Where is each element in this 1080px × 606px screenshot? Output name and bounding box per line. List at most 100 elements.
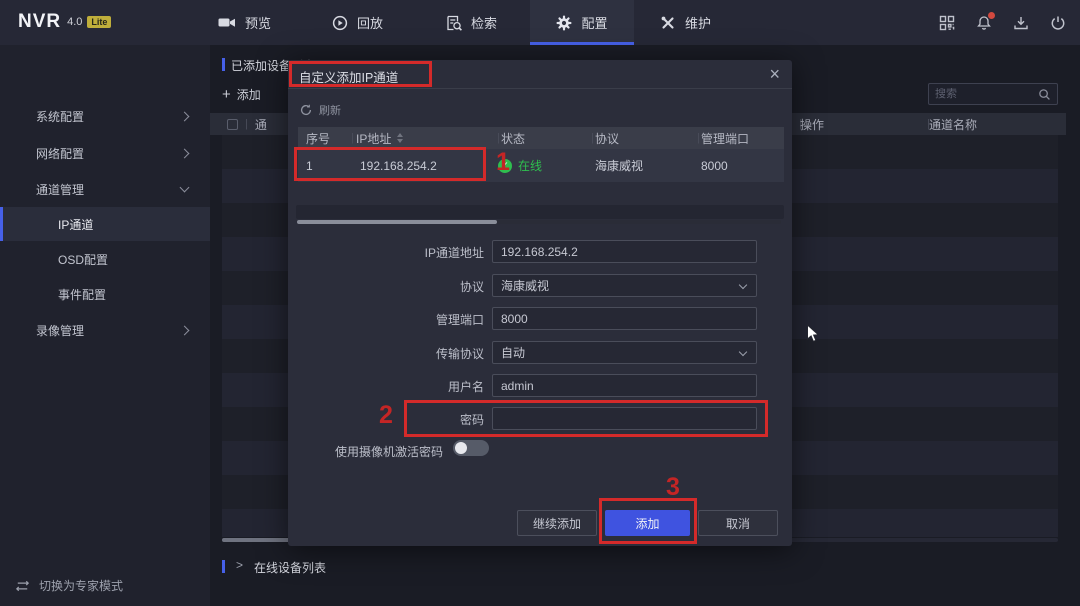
sidebar-item-record-management[interactable]: 录像管理 [0, 313, 210, 347]
custom-add-ip-channel-dialog: 自定义添加IP通道 × 刷新 序号 | IP地址 | 状态 | 协议 | 管理端… [288, 60, 792, 546]
sidebar-item-channel-management[interactable]: 通道管理 [0, 172, 210, 206]
cell-protocol: 海康威视 [595, 159, 644, 173]
search-input[interactable] [929, 88, 1038, 100]
cancel-button[interactable]: 取消 [698, 510, 778, 536]
selected-transfer-protocol-value: 自动 [501, 346, 526, 360]
sidebar-item-label: OSD配置 [58, 252, 109, 267]
nav-tab-preview[interactable]: 预览 [206, 0, 283, 45]
nav-tab-label: 维护 [685, 16, 712, 31]
sidebar-item-ip-channel[interactable]: IP通道 [0, 207, 210, 241]
add-device-button[interactable]: + 添加 [222, 86, 261, 103]
layout-grid-icon[interactable] [939, 15, 955, 31]
gear-icon [556, 15, 572, 31]
sidebar-item-event-config[interactable]: 事件配置 [0, 277, 210, 311]
chevron-down-icon [179, 182, 190, 193]
power-icon[interactable] [1050, 15, 1066, 31]
management-port-input[interactable] [492, 307, 757, 330]
cell-status: ✓ 在线 [498, 149, 542, 182]
settings-sidebar: 系统配置 网络配置 通道管理 IP通道 OSD配置 事件配置 录像管理 切换为专… [0, 45, 210, 606]
add-button[interactable]: 添加 [605, 510, 690, 536]
sidebar-item-osd-config[interactable]: OSD配置 [0, 242, 210, 276]
refresh-label: 刷新 [319, 105, 341, 117]
status-online-label: 在线 [518, 159, 543, 173]
modal-scrollbar-thumb[interactable] [297, 220, 497, 224]
column-header-operation: 操作 [800, 117, 825, 132]
dialog-title: 自定义添加IP通道 [299, 71, 399, 85]
download-icon[interactable] [1013, 15, 1029, 31]
lite-badge: Lite [87, 16, 112, 28]
form-row-transfer-protocol: 传输协议 自动 [288, 341, 792, 364]
field-label: 管理端口 [435, 313, 484, 327]
retrieve-icon [446, 15, 462, 31]
sidebar-item-label: 事件配置 [58, 287, 107, 302]
nav-tab-maintenance[interactable]: 维护 [648, 0, 723, 45]
nav-tab-config[interactable]: 配置 [530, 0, 634, 45]
form-row-ip-address: IP通道地址 [288, 240, 792, 263]
column-header-port: 管理端口 [701, 131, 750, 146]
cell-index: 1 [306, 158, 313, 173]
column-separator: | [497, 132, 500, 144]
sidebar-item-network-config[interactable]: 网络配置 [0, 136, 210, 170]
select-all-checkbox[interactable] [227, 118, 238, 130]
sidebar-item-label: 录像管理 [36, 323, 85, 338]
brand-text: NVR [18, 11, 62, 32]
refresh-button[interactable]: 刷新 [300, 102, 341, 118]
nav-tab-retrieve[interactable]: 检索 [434, 0, 509, 45]
toggle-knob [455, 442, 467, 454]
nav-tab-playback[interactable]: 回放 [320, 0, 395, 45]
form-row-username: 用户名 [288, 374, 792, 397]
chevron-right-icon [179, 325, 190, 336]
password-input[interactable] [492, 407, 757, 430]
notification-badge-dot [988, 11, 995, 19]
chevron-right-icon [179, 111, 190, 122]
online-check-icon: ✓ [498, 158, 512, 173]
sidebar-item-system-config[interactable]: 系统配置 [0, 99, 210, 133]
nav-tab-label: 回放 [357, 16, 384, 31]
column-separator: | [351, 132, 354, 144]
online-section-title: 在线设备列表 [254, 561, 327, 575]
field-label: 协议 [459, 280, 484, 294]
online-device-table-header: 序号 | IP地址 | 状态 | 协议 | 管理端口 [298, 127, 784, 149]
top-navigation-bar: NVR 4.0 Lite 预览 回放 检索 配置 维护 [0, 0, 1080, 45]
field-label: 传输协议 [435, 347, 484, 361]
form-row-activation-password: 使用摄像机激活密码 [288, 439, 792, 462]
column-header-status: 状态 [501, 131, 526, 146]
protocol-select[interactable]: 海康威视 [492, 274, 757, 297]
plus-icon: + [222, 86, 231, 103]
ip-channel-address-input[interactable] [492, 240, 757, 263]
playback-icon [332, 15, 348, 31]
nav-tab-label: 预览 [245, 16, 272, 31]
refresh-icon [300, 104, 312, 116]
form-row-protocol: 协议 海康威视 [288, 274, 792, 297]
close-icon[interactable]: × [769, 64, 780, 84]
camera-icon [218, 16, 236, 30]
chevron-down-icon [738, 347, 748, 357]
wrench-icon [660, 15, 676, 31]
camera-activation-password-toggle[interactable] [453, 440, 489, 456]
chevron-down-icon [738, 280, 748, 290]
column-header-index: 序号 [306, 131, 331, 146]
username-input[interactable] [492, 374, 757, 397]
switch-expert-mode-button[interactable]: 切换为专家模式 [14, 577, 123, 594]
expand-chevron-icon[interactable]: > [236, 558, 243, 572]
column-separator: | [591, 132, 594, 144]
form-row-password: 密码 [288, 407, 792, 430]
online-device-row[interactable]: 1 192.168.254.2 ✓ 在线 海康威视 8000 [298, 149, 784, 182]
search-icon[interactable] [1038, 88, 1051, 101]
sort-icon[interactable] [397, 133, 404, 143]
field-label: 用户名 [447, 380, 484, 394]
column-header-ip: IP地址 [356, 127, 404, 149]
notification-bell-icon[interactable] [976, 11, 995, 31]
nvr-config-screen: NVR 4.0 Lite 预览 回放 检索 配置 维护 系统配置 网络配置 通道… [0, 0, 1080, 606]
table-empty-strip [296, 205, 784, 219]
section-accent-bar [222, 58, 225, 71]
transfer-protocol-select[interactable]: 自动 [492, 341, 757, 364]
sidebar-item-label: 通道管理 [36, 182, 85, 197]
continue-add-button[interactable]: 继续添加 [517, 510, 597, 536]
sidebar-item-label: 系统配置 [36, 109, 85, 124]
add-button-label: 添加 [236, 88, 261, 102]
cell-ip-address: 192.168.254.2 [360, 158, 437, 173]
cell-port: 8000 [701, 158, 728, 173]
section-accent-bar [222, 560, 225, 573]
chevron-right-icon [179, 148, 190, 159]
